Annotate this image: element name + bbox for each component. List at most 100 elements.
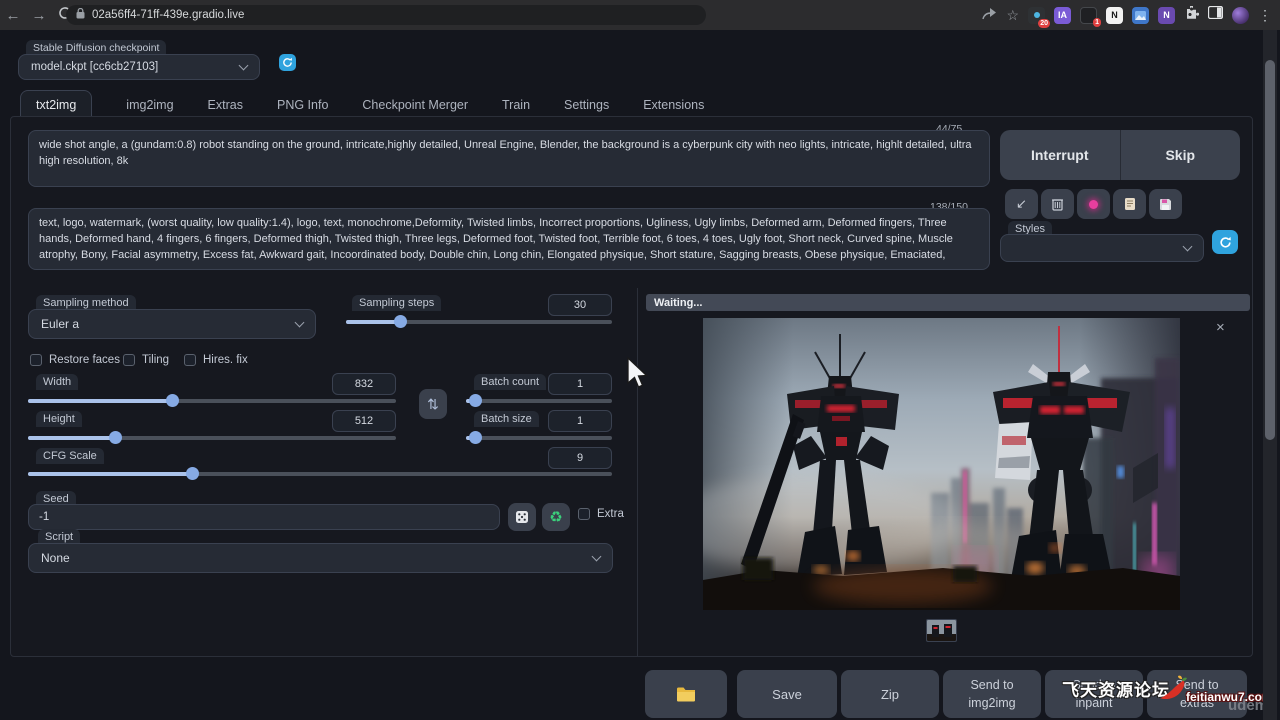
sampling-steps-value[interactable]: 30 bbox=[548, 294, 612, 316]
progress-status-bar: Waiting... bbox=[646, 294, 1250, 311]
generated-image[interactable] bbox=[703, 318, 1180, 610]
tab-train[interactable]: Train bbox=[502, 91, 530, 119]
negative-prompt-input[interactable]: text, logo, watermark, (worst quality, l… bbox=[28, 208, 990, 270]
save-button[interactable]: Save bbox=[737, 670, 837, 718]
skip-button[interactable]: Skip bbox=[1121, 130, 1241, 180]
ext-camera-icon[interactable]: 1 bbox=[1080, 7, 1097, 24]
side-panel-icon[interactable] bbox=[1208, 6, 1223, 24]
height-value[interactable]: 512 bbox=[332, 410, 396, 432]
seed-extra-checkbox[interactable]: Extra bbox=[578, 508, 624, 520]
browser-menu-icon[interactable]: ⋮ bbox=[1258, 7, 1272, 24]
ext-badge-1: 1 bbox=[1093, 18, 1101, 27]
random-seed-dice-icon[interactable] bbox=[508, 503, 536, 531]
script-value: None bbox=[41, 551, 70, 565]
browser-toolbar: ← → 02a56ff4-71ff-439e.gradio.live ☆ 20 … bbox=[0, 0, 1280, 30]
batch-size-slider[interactable] bbox=[466, 436, 612, 440]
width-slider[interactable] bbox=[28, 399, 396, 403]
extensions-puzzle-icon[interactable] bbox=[1184, 5, 1199, 25]
open-folder-button[interactable] bbox=[645, 670, 727, 718]
column-divider bbox=[637, 288, 638, 657]
trash-icon[interactable] bbox=[1041, 189, 1074, 219]
generate-button-group: Interrupt Skip bbox=[1000, 130, 1240, 180]
checkbox-icon[interactable] bbox=[184, 354, 196, 366]
checkbox-icon[interactable] bbox=[578, 508, 590, 520]
seed-input[interactable] bbox=[28, 504, 500, 530]
width-value[interactable]: 832 bbox=[332, 373, 396, 395]
checkpoint-dropdown[interactable]: model.ckpt [cc6cb27103] bbox=[18, 54, 260, 80]
sampling-method-value: Euler a bbox=[41, 317, 79, 331]
tab-txt2img[interactable]: txt2img bbox=[20, 90, 92, 119]
cfg-scale-value[interactable]: 9 bbox=[548, 447, 612, 469]
stable-diffusion-webui: ← → 02a56ff4-71ff-439e.gradio.live ☆ 20 … bbox=[0, 0, 1280, 720]
checkpoint-value: model.ckpt [cc6cb27103] bbox=[31, 61, 158, 73]
restore-faces-checkbox[interactable]: Restore faces bbox=[30, 354, 120, 366]
ext-image-icon[interactable] bbox=[1132, 7, 1149, 24]
checkpoint-refresh-button[interactable] bbox=[279, 54, 296, 71]
batch-size-label: Batch size bbox=[474, 411, 539, 427]
ext-onenote-icon[interactable]: N bbox=[1158, 7, 1175, 24]
hires-fix-label: Hires. fix bbox=[203, 354, 248, 366]
batch-count-slider[interactable] bbox=[466, 399, 612, 403]
url-text: 02a56ff4-71ff-439e.gradio.live bbox=[92, 9, 244, 21]
sampling-steps-label: Sampling steps bbox=[352, 295, 441, 311]
batch-count-label: Batch count bbox=[474, 374, 546, 390]
hires-fix-checkbox[interactable]: Hires. fix bbox=[184, 354, 248, 366]
styles-refresh-button[interactable] bbox=[1212, 230, 1238, 254]
tab-img2img[interactable]: img2img bbox=[126, 91, 173, 119]
tab-checkpoint-merger[interactable]: Checkpoint Merger bbox=[362, 91, 468, 119]
save-style-icon[interactable] bbox=[1149, 189, 1182, 219]
ext-notion-icon[interactable]: N bbox=[1106, 7, 1123, 24]
send-to-img2img-button[interactable]: Send to img2img bbox=[943, 670, 1041, 718]
chevron-down-icon bbox=[239, 60, 249, 70]
tab-settings[interactable]: Settings bbox=[564, 91, 609, 119]
checkbox-icon[interactable] bbox=[123, 354, 135, 366]
batch-size-value[interactable]: 1 bbox=[548, 410, 612, 432]
scrollbar-thumb[interactable] bbox=[1265, 60, 1275, 440]
sampling-steps-slider[interactable] bbox=[346, 320, 612, 324]
height-label: Height bbox=[36, 411, 82, 427]
gallery-thumbnail[interactable] bbox=[926, 619, 957, 642]
lock-icon bbox=[76, 6, 85, 24]
bookmark-star-icon[interactable]: ☆ bbox=[1006, 7, 1019, 24]
ext-pin-icon[interactable]: 20 bbox=[1028, 7, 1045, 24]
restore-faces-label: Restore faces bbox=[49, 354, 120, 366]
chevron-down-icon bbox=[295, 317, 305, 327]
share-icon[interactable] bbox=[982, 6, 997, 25]
reuse-seed-recycle-icon[interactable]: ♻ bbox=[542, 503, 570, 531]
width-label: Width bbox=[36, 374, 78, 390]
address-bar[interactable]: 02a56ff4-71ff-439e.gradio.live bbox=[66, 5, 706, 25]
prompt-input[interactable]: wide shot angle, a (gundam:0.8) robot st… bbox=[28, 130, 990, 187]
interrupt-button[interactable]: Interrupt bbox=[1000, 130, 1120, 180]
height-slider[interactable] bbox=[28, 436, 396, 440]
main-tabs: txt2img img2img Extras PNG Info Checkpoi… bbox=[20, 90, 704, 119]
batch-count-value[interactable]: 1 bbox=[548, 373, 612, 395]
browser-extensions: ☆ 20 IA 1 N N ⋮ bbox=[982, 0, 1272, 30]
apply-style-icon[interactable] bbox=[1113, 189, 1146, 219]
close-icon[interactable]: × bbox=[1216, 320, 1225, 335]
zip-button[interactable]: Zip bbox=[841, 670, 939, 718]
styles-dropdown[interactable] bbox=[1000, 234, 1204, 262]
progress-status-text: Waiting... bbox=[654, 297, 702, 309]
tab-extras[interactable]: Extras bbox=[208, 91, 243, 119]
page-scrollbar[interactable] bbox=[1263, 30, 1277, 720]
script-dropdown[interactable]: None bbox=[28, 543, 613, 573]
forward-icon[interactable]: → bbox=[26, 7, 52, 24]
chili-logo-icon bbox=[1156, 674, 1190, 707]
ext-ia-icon[interactable]: IA bbox=[1054, 7, 1071, 24]
watermark-forum-text: 飞天资源论坛 bbox=[1062, 676, 1170, 701]
checkbox-icon[interactable] bbox=[30, 354, 42, 366]
seed-extra-label: Extra bbox=[597, 508, 624, 520]
back-icon[interactable]: ← bbox=[0, 7, 26, 24]
profile-avatar[interactable] bbox=[1232, 7, 1249, 24]
tiling-checkbox[interactable]: Tiling bbox=[123, 354, 169, 366]
folder-icon bbox=[676, 686, 696, 702]
tab-png-info[interactable]: PNG Info bbox=[277, 91, 328, 119]
paste-icon[interactable]: ↙ bbox=[1005, 189, 1038, 219]
sampling-method-dropdown[interactable]: Euler a bbox=[28, 309, 316, 339]
cfg-scale-slider[interactable] bbox=[28, 472, 612, 476]
extra-networks-icon[interactable] bbox=[1077, 189, 1110, 219]
swap-dimensions-button[interactable]: ⇅ bbox=[419, 389, 447, 419]
prompt-tools: ↙ bbox=[1005, 189, 1182, 219]
tab-extensions[interactable]: Extensions bbox=[643, 91, 704, 119]
cfg-scale-label: CFG Scale bbox=[36, 448, 104, 464]
